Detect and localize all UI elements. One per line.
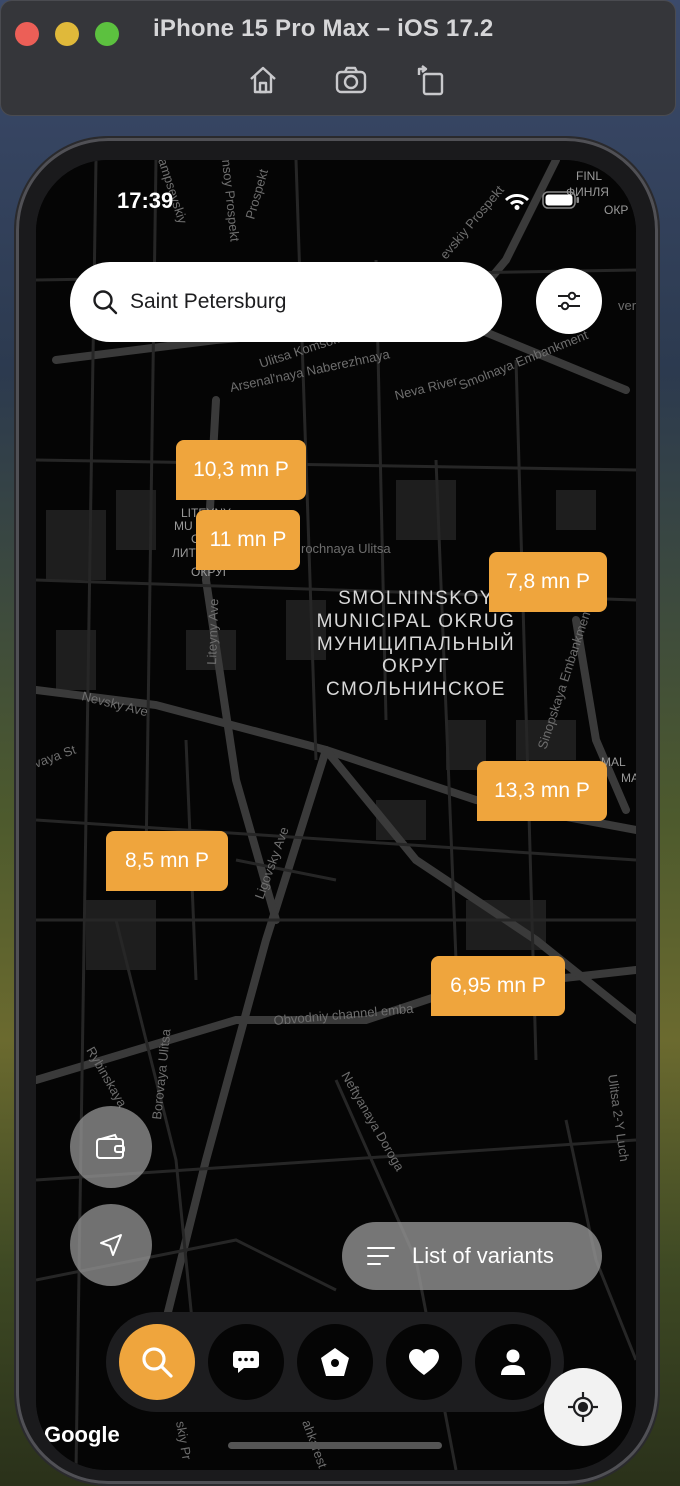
profile-icon [501, 1349, 526, 1375]
map-small-label: ЛИТ [172, 546, 197, 560]
list-of-variants-button[interactable]: List of variants [342, 1222, 602, 1290]
navigation-icon [100, 1234, 122, 1256]
tab-profile[interactable] [475, 1324, 552, 1400]
navigation-button[interactable] [70, 1204, 152, 1286]
rotate-icon[interactable] [414, 63, 448, 97]
map-corner-label: FINL [576, 169, 602, 183]
tab-favorites[interactable] [386, 1324, 463, 1400]
screenshot-icon[interactable] [334, 63, 368, 97]
window-title: iPhone 15 Pro Max – iOS 17.2 [153, 15, 494, 42]
battery-icon [542, 190, 580, 215]
list-of-variants-label: List of variants [412, 1243, 554, 1268]
simulator-titlebar: iPhone 15 Pro Max – iOS 17.2 [0, 0, 676, 116]
district-label-line: ОКРУГ [382, 656, 450, 677]
google-logo: Google [44, 1422, 120, 1447]
tab-search[interactable] [118, 1324, 195, 1400]
tab-home[interactable] [296, 1324, 373, 1400]
tab-chat[interactable] [207, 1324, 284, 1400]
search-bar[interactable] [70, 262, 502, 342]
heart-icon [409, 1349, 440, 1375]
price-marker[interactable]: 7,8 mn P [489, 552, 607, 612]
wallet-icon [96, 1133, 125, 1159]
search-icon [141, 1347, 173, 1378]
search-input[interactable] [128, 289, 462, 315]
status-time: 17:39 [117, 188, 174, 213]
map-street-label: Liteyny Ave [204, 598, 221, 665]
filter-button[interactable] [536, 268, 602, 334]
price-marker[interactable]: 8,5 mn P [106, 831, 228, 891]
chat-icon [232, 1351, 259, 1373]
map-small-label: MU [174, 519, 193, 533]
search-icon [93, 290, 118, 315]
district-label-line: СМОЛЬНИНСКОЕ [326, 679, 506, 700]
home-icon [320, 1348, 349, 1376]
home-indicator[interactable] [228, 1442, 442, 1449]
crosshair-icon [568, 1392, 598, 1422]
map-street-label: verdl [618, 298, 636, 313]
map-street-label: rochnaya Ulitsa [301, 541, 391, 556]
district-label-line: МУНИЦИПАЛЬНЫЙ [317, 633, 515, 655]
price-marker[interactable]: 10,3 mn P [176, 440, 306, 500]
sliders-icon [558, 291, 580, 311]
price-marker[interactable]: 6,95 mn P [431, 956, 565, 1016]
home-icon[interactable] [246, 63, 280, 97]
close-window-button[interactable] [15, 22, 39, 46]
status-icons [504, 190, 580, 215]
price-marker[interactable]: 11 mn P [196, 510, 300, 570]
wallet-button[interactable] [70, 1106, 152, 1188]
map-corner-label: ОКР [604, 203, 628, 217]
district-label-line: MUNICIPAL OKRUG [317, 611, 516, 632]
zoom-window-button[interactable] [95, 22, 119, 46]
phone-screen: Ulitsa Komsomola Arsenal'naya Naberezhna… [36, 160, 636, 1470]
bottom-tab-bar [106, 1312, 564, 1412]
district-label-line: SMOLNINSKOY [338, 588, 494, 609]
map-corner-label: MA [621, 771, 636, 785]
list-icon [367, 1247, 395, 1265]
price-marker[interactable]: 13,3 mn P [477, 761, 607, 821]
wifi-icon [504, 190, 530, 215]
locate-me-button[interactable] [544, 1368, 622, 1446]
minimize-window-button[interactable] [55, 22, 79, 46]
